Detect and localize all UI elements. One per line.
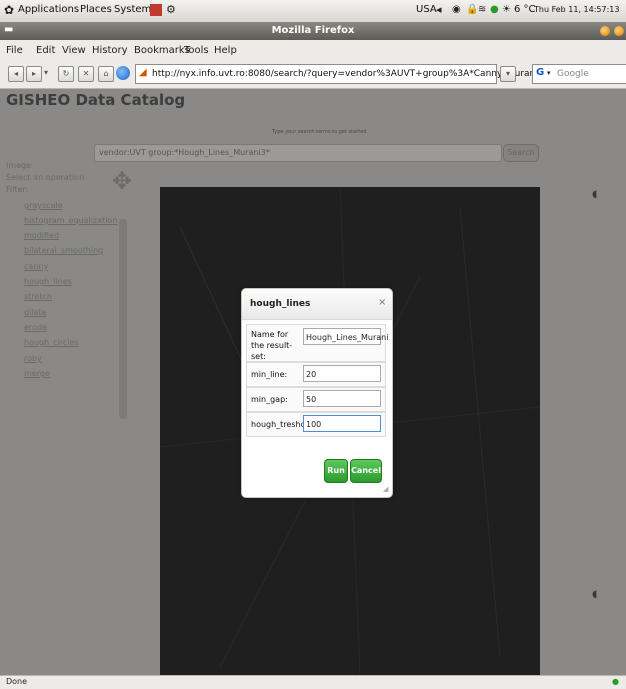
query-text: vendor:UVT group:*Hough_Lines_Murani3* (99, 148, 270, 157)
system-menu[interactable]: System (114, 4, 151, 15)
hough-lines-dialog: hough_lines × Name for the result-set: H… (241, 288, 393, 498)
status-text: Done (6, 677, 28, 686)
sidebar-heading-operation: Select an operation (6, 173, 85, 182)
url-dropdown-icon[interactable]: ▾ (500, 66, 516, 82)
min-gap-input[interactable]: 50 (303, 390, 381, 407)
status-bar: Done ● (0, 675, 626, 689)
site-identity-icon[interactable]: ◢ (139, 67, 147, 78)
applications-icon[interactable]: ✿ (4, 3, 14, 17)
app-title[interactable]: GISHEO Data Catalog (6, 91, 185, 109)
web-search-box[interactable]: G ▾ Google (532, 64, 626, 84)
lock-icon[interactable]: 🔒 (466, 4, 478, 15)
update-icon[interactable]: ● (490, 4, 499, 15)
filter-link-canny[interactable]: canny (24, 262, 48, 271)
weather-icon: ☀ (502, 4, 511, 15)
home-icon[interactable]: ⌂ (98, 66, 114, 82)
menu-file[interactable]: File (6, 45, 23, 56)
settings-icon[interactable]: ⚙ (166, 3, 176, 16)
maximize-icon[interactable] (614, 26, 624, 36)
menu-help[interactable]: Help (214, 45, 237, 56)
keyboard-layout[interactable]: USA (416, 4, 437, 15)
min-line-input[interactable]: 20 (303, 365, 381, 382)
overview-toggle-icon[interactable]: ◖ (592, 589, 597, 600)
bookmark-star-icon[interactable]: ☆ (482, 67, 491, 78)
filter-link-erode[interactable]: erode (24, 323, 47, 332)
run-button[interactable]: Run (324, 459, 348, 483)
places-menu[interactable]: Places (80, 4, 112, 15)
resize-grip-icon[interactable]: ◢ (383, 485, 388, 493)
field-label: min_gap: (251, 395, 288, 404)
filter-link-histogram-equalization[interactable]: histogram_equalization (24, 216, 117, 225)
menu-tools[interactable]: Tools (184, 45, 209, 56)
result-set-name-input[interactable]: Hough_Lines_Murani (303, 328, 388, 345)
search-placeholder: Google (557, 69, 589, 79)
globe-icon (116, 66, 130, 80)
menubar: File Edit View History Bookmarks Tools H… (0, 40, 626, 61)
weather-temp[interactable]: 6 °C (514, 4, 536, 15)
system-monitor-icon[interactable] (150, 4, 162, 16)
search-engine-icon[interactable]: G (536, 67, 544, 78)
filter-link-modified[interactable]: modified (24, 231, 59, 240)
search-engine-dropdown-icon[interactable]: ▾ (547, 69, 551, 77)
applications-menu[interactable]: Applications (18, 4, 79, 15)
cancel-button[interactable]: Cancel (350, 459, 382, 483)
sidebar-heading-filter: Filter: (6, 185, 29, 194)
dialog-title: hough_lines (250, 299, 311, 309)
addon-status-icon[interactable]: ● (612, 677, 619, 686)
gnome-top-panel: ✿ Applications Places System ⚙ USA ◂ ◉ 🔒… (0, 0, 626, 23)
form-row: Name for the result-set: Hough_Lines_Mur… (246, 324, 388, 362)
menu-history[interactable]: History (92, 45, 128, 56)
form-row: min_line: 20 (246, 362, 386, 387)
stop-icon[interactable]: ✕ (78, 66, 94, 82)
search-button[interactable]: Search (503, 144, 539, 162)
minimize-icon[interactable] (600, 26, 610, 36)
navigation-toolbar: ◂ ▸ ▾ ↻ ✕ ⌂ ◢ http://nyx.info.uvt.ro:808… (0, 60, 626, 89)
filter-link-merge[interactable]: merge (24, 369, 50, 378)
filter-link-stretch[interactable]: stretch (24, 292, 52, 301)
volume-icon[interactable]: ◂ (436, 3, 442, 16)
close-icon[interactable]: × (378, 297, 386, 308)
history-dropdown-icon[interactable]: ▾ (44, 68, 48, 77)
query-input[interactable]: vendor:UVT group:*Hough_Lines_Murani3* (94, 144, 502, 162)
window-titlebar[interactable]: ▬ Mozilla Firefox (0, 22, 626, 40)
hough-threshold-input[interactable]: 100 (303, 415, 381, 432)
url-bar[interactable]: ◢ http://nyx.info.uvt.ro:8080/search/?qu… (135, 64, 608, 84)
pan-control-icon[interactable]: ✥ (112, 167, 132, 195)
window-title: Mozilla Firefox (271, 25, 355, 36)
layer-switcher-icon[interactable]: ◖ (592, 189, 597, 200)
field-label: min_line: (251, 370, 288, 379)
zoom-slider[interactable] (119, 219, 127, 419)
menu-edit[interactable]: Edit (36, 45, 55, 56)
wifi-icon[interactable]: ≋ (478, 4, 486, 15)
search-hint: Type your search terms to get started (272, 129, 367, 135)
filter-link-roby[interactable]: roby (24, 354, 42, 363)
filter-link-hough-lines[interactable]: hough_lines (24, 277, 72, 286)
field-label: Name for the result-set: (251, 330, 293, 361)
back-icon[interactable]: ◂ (8, 66, 24, 82)
clock[interactable]: Thu Feb 11, 14:57:13 (534, 5, 619, 14)
form-row: hough_treshold: 100 (246, 412, 386, 437)
filter-link-dilate[interactable]: dilate (24, 308, 46, 317)
page-content: GISHEO Data Catalog Type your search ter… (0, 89, 626, 675)
menu-bookmarks[interactable]: Bookmarks (134, 45, 190, 56)
menu-view[interactable]: View (62, 45, 86, 56)
sidebar-heading-image: Image (6, 161, 32, 170)
forward-icon[interactable]: ▸ (26, 66, 42, 82)
dialog-header[interactable]: hough_lines × (242, 289, 392, 320)
reload-icon[interactable]: ↻ (58, 66, 74, 82)
network-icon[interactable]: ◉ (452, 4, 461, 15)
filter-link-hough-circles[interactable]: hough_circles (24, 338, 79, 347)
form-row: min_gap: 50 (246, 387, 386, 412)
filter-link-bilateral-smoothing[interactable]: bilateral_smoothing (24, 246, 103, 255)
filter-link-grayscale[interactable]: grayscale (24, 201, 63, 210)
